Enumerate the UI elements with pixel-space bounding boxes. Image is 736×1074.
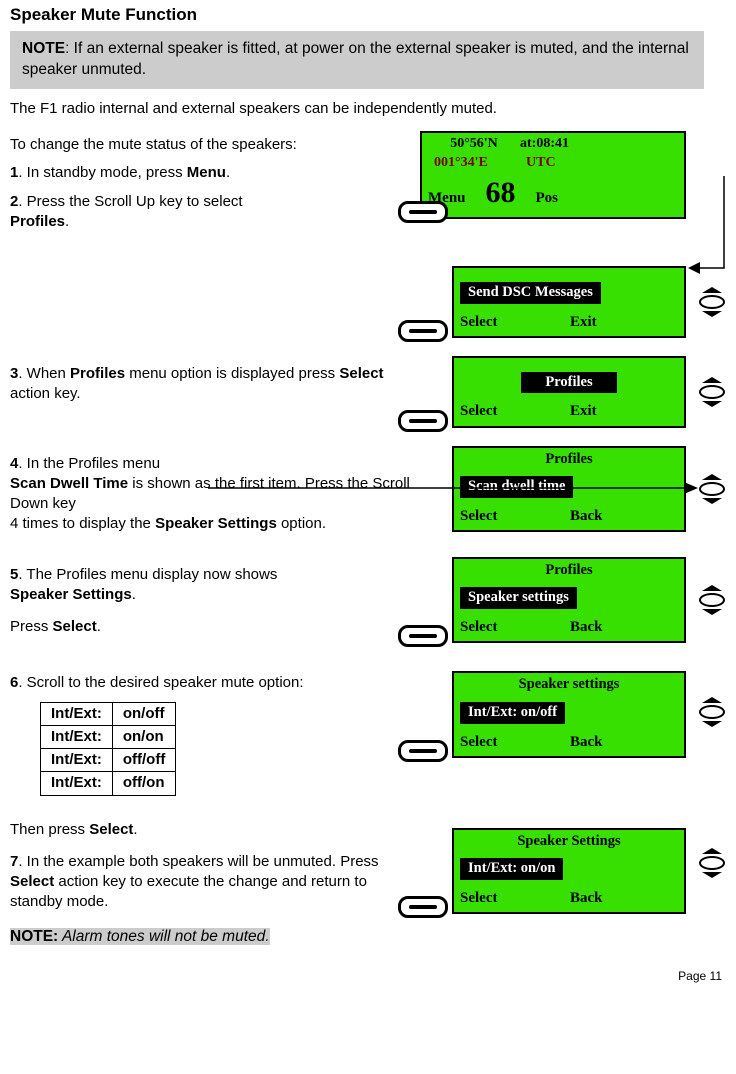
step-5: 5. The Profiles menu display now shows S… [10,565,410,638]
step-6: 6. Scroll to the desired speaker mute op… [10,673,410,693]
lcd-int-ext-onon: Speaker Settings Int/Ext: on/on SelectBa… [452,828,686,914]
page-number: Page 11 [10,968,726,984]
lcd-profiles: Profiles SelectExit [452,356,686,428]
note-label: NOTE [22,40,65,57]
scroll-wheel-icon [698,697,726,727]
step-4: 4. In the Profiles menu Scan Dwell Time … [10,454,410,535]
lcd-int-ext-onoff: Speaker settings Int/Ext: on/off SelectB… [452,671,686,757]
select-key-icon [398,896,448,918]
table-row: Int/Ext:off/off [41,749,176,772]
step-3: 3. When Profiles menu option is displaye… [10,364,410,405]
lcd-standby: 50°56'Nat:08:41 001°34'EUTC Menu 68 Pos [420,131,686,219]
speaker-options-table: Int/Ext:on/off Int/Ext:on/on Int/Ext:off… [40,702,176,796]
intro2-text: To change the mute status of the speaker… [10,135,410,155]
table-row: Int/Ext:on/on [41,725,176,748]
table-row: Int/Ext:on/off [41,702,176,725]
note-text: : If an external speaker is fitted, at p… [22,40,689,78]
scroll-wheel-icon [698,585,726,615]
lcd-send-dsc: Send DSC Messages SelectExit [452,266,686,338]
note-box: NOTE: If an external speaker is fitted, … [10,31,704,89]
then-press: Then press Select. [10,820,410,840]
scroll-wheel-icon [698,287,726,317]
select-key-icon [398,410,448,432]
step-2: 2. Press the Scroll Up key to select Pro… [10,192,410,233]
select-key-icon [398,320,448,342]
table-row: Int/Ext:off/on [41,772,176,795]
intro-text: The F1 radio internal and external speak… [10,99,710,119]
menu-key-icon [398,201,448,223]
note-inline: NOTE: Alarm tones will not be muted. [10,928,270,945]
scroll-wheel-icon [698,377,726,407]
step-1: 1. In standby mode, press Menu. [10,163,410,183]
select-key-icon [398,740,448,762]
scroll-wheel-icon [698,848,726,878]
lcd-scan-dwell: Profiles Scan dwell time SelectBack [452,446,686,532]
lcd-speaker-settings: Profiles Speaker settings SelectBack [452,557,686,643]
step-7: 7. In the example both speakers will be … [10,852,410,913]
select-key-icon [398,625,448,647]
scroll-wheel-icon [698,474,726,504]
page-title: Speaker Mute Function [10,4,726,27]
